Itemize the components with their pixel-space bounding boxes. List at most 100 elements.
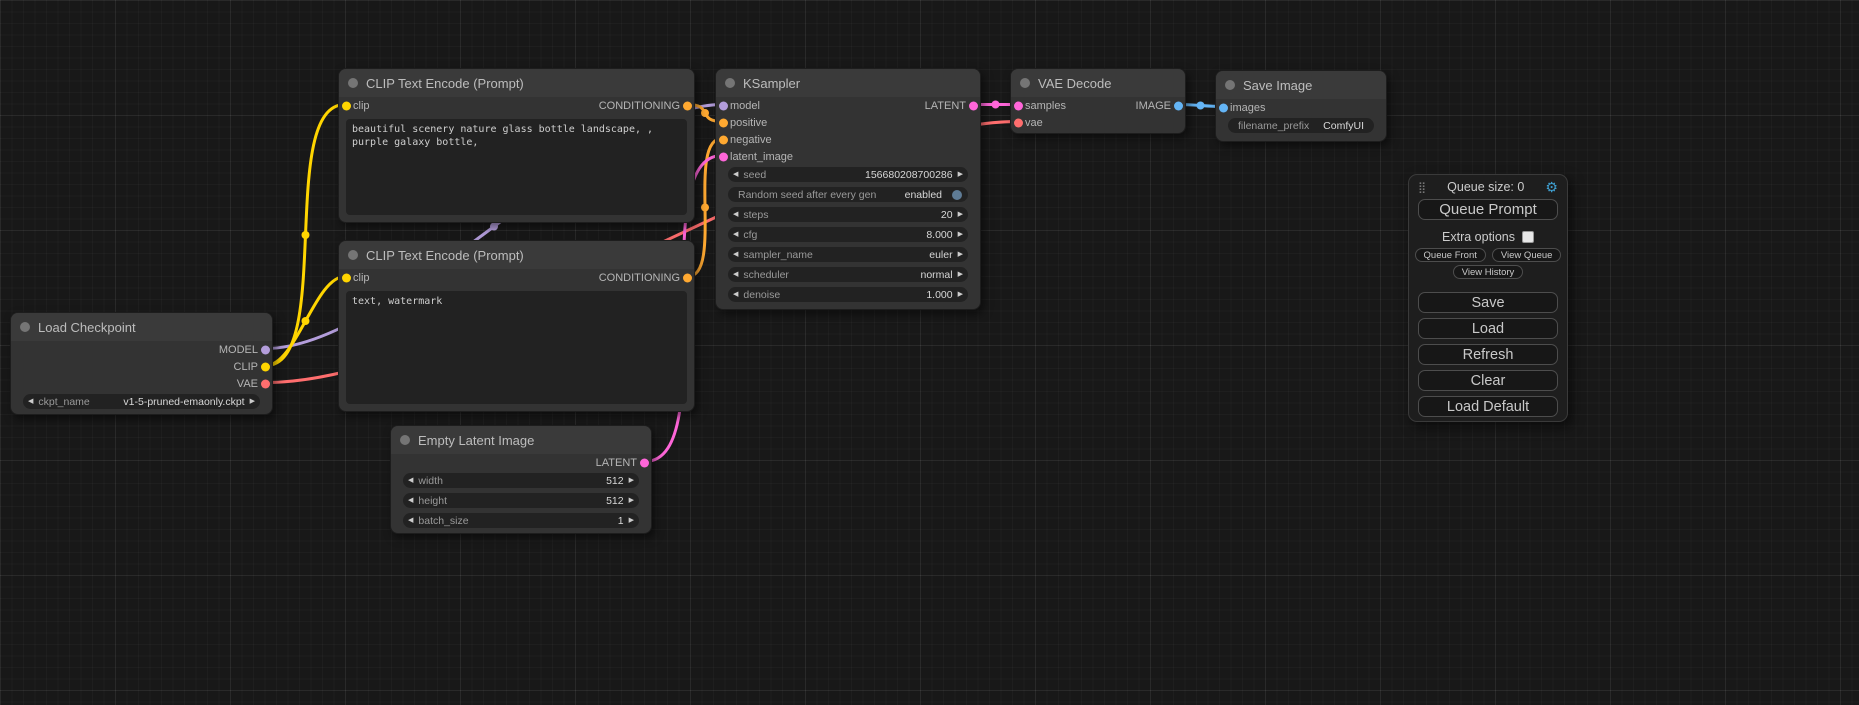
output-slot-conditioning[interactable] bbox=[683, 101, 692, 110]
decrement-arrow-icon[interactable]: ◀ bbox=[408, 497, 413, 504]
widget-height[interactable]: ◀ height 512 ▶ bbox=[403, 493, 639, 508]
output-row-vae: VAE bbox=[11, 375, 272, 392]
widget-width[interactable]: ◀ width 512 ▶ bbox=[403, 473, 639, 488]
toggle-dot-icon[interactable] bbox=[952, 190, 962, 200]
widget-ckpt-name[interactable]: ◀ ckpt_name v1-5-pruned-emaonly.ckpt ▶ bbox=[23, 394, 260, 409]
queue-prompt-button[interactable]: Queue Prompt bbox=[1418, 199, 1558, 220]
input-slot-latent-image[interactable] bbox=[719, 152, 728, 161]
slot-row-negative: negative bbox=[716, 131, 980, 148]
node-title: VAE Decode bbox=[1038, 76, 1111, 91]
output-slot-clip[interactable] bbox=[261, 362, 270, 371]
input-slot-samples[interactable] bbox=[1014, 101, 1023, 110]
widget-filename-prefix[interactable]: filename_prefix ComfyUI bbox=[1228, 118, 1374, 133]
clear-button[interactable]: Clear bbox=[1418, 370, 1558, 391]
increment-arrow-icon[interactable]: ▶ bbox=[629, 497, 634, 504]
view-history-button[interactable]: View History bbox=[1453, 265, 1524, 279]
collapse-dot-icon[interactable] bbox=[348, 78, 358, 88]
increment-arrow-icon[interactable]: ▶ bbox=[958, 291, 963, 298]
widget-seed[interactable]: ◀ seed 156680208700286 ▶ bbox=[728, 167, 968, 182]
node-header[interactable]: KSampler bbox=[716, 69, 980, 97]
decrement-arrow-icon[interactable]: ◀ bbox=[733, 251, 738, 258]
node-header[interactable]: VAE Decode bbox=[1011, 69, 1185, 97]
load-button[interactable]: Load bbox=[1418, 318, 1558, 339]
input-slot-images[interactable] bbox=[1219, 103, 1228, 112]
decrement-arrow-icon[interactable]: ◀ bbox=[733, 211, 738, 218]
output-slot-latent[interactable] bbox=[969, 101, 978, 110]
decrement-arrow-icon[interactable]: ◀ bbox=[408, 517, 413, 524]
input-label: model bbox=[730, 100, 760, 112]
node-header[interactable]: CLIP Text Encode (Prompt) bbox=[339, 69, 694, 97]
widget-label: denoise bbox=[743, 289, 780, 301]
increment-arrow-icon[interactable]: ▶ bbox=[958, 171, 963, 178]
view-queue-button[interactable]: View Queue bbox=[1492, 248, 1562, 262]
output-label: CLIP bbox=[234, 361, 258, 373]
collapse-dot-icon[interactable] bbox=[725, 78, 735, 88]
extra-options-checkbox[interactable] bbox=[1522, 231, 1534, 243]
decrement-arrow-icon[interactable]: ◀ bbox=[733, 291, 738, 298]
collapse-dot-icon[interactable] bbox=[348, 250, 358, 260]
node-vae-decode[interactable]: VAE Decode samples IMAGE vae bbox=[1010, 68, 1186, 134]
widget-random-seed-toggle[interactable]: Random seed after every gen enabled bbox=[728, 187, 968, 202]
input-slot-vae[interactable] bbox=[1014, 118, 1023, 127]
output-slot-vae[interactable] bbox=[261, 379, 270, 388]
node-header[interactable]: Empty Latent Image bbox=[391, 426, 651, 454]
node-empty-latent-image[interactable]: Empty Latent Image LATENT ◀ width 512 ▶ … bbox=[390, 425, 652, 534]
gear-icon[interactable]: ⚙ bbox=[1545, 180, 1558, 194]
output-slot-image[interactable] bbox=[1174, 101, 1183, 110]
collapse-dot-icon[interactable] bbox=[1225, 80, 1235, 90]
queue-front-button[interactable]: Queue Front bbox=[1415, 248, 1486, 262]
collapse-dot-icon[interactable] bbox=[400, 435, 410, 445]
increment-arrow-icon[interactable]: ▶ bbox=[629, 517, 634, 524]
widget-scheduler[interactable]: ◀ scheduler normal ▶ bbox=[728, 267, 968, 282]
increment-arrow-icon[interactable]: ▶ bbox=[958, 271, 963, 278]
slot-row-positive: positive bbox=[716, 114, 980, 131]
node-clip-text-encode-negative[interactable]: CLIP Text Encode (Prompt) clip CONDITION… bbox=[338, 240, 695, 412]
increment-arrow-icon[interactable]: ▶ bbox=[958, 251, 963, 258]
slot-row-model: model LATENT bbox=[716, 97, 980, 114]
input-slot-positive[interactable] bbox=[719, 118, 728, 127]
output-label: MODEL bbox=[219, 344, 258, 356]
refresh-button[interactable]: Refresh bbox=[1418, 344, 1558, 365]
increment-arrow-icon[interactable]: ▶ bbox=[250, 398, 255, 405]
slot-row: clip CONDITIONING bbox=[339, 269, 694, 286]
output-slot-latent[interactable] bbox=[640, 458, 649, 467]
node-save-image[interactable]: Save Image images filename_prefix ComfyU… bbox=[1215, 70, 1387, 142]
input-slot-negative[interactable] bbox=[719, 135, 728, 144]
collapse-dot-icon[interactable] bbox=[1020, 78, 1030, 88]
collapse-dot-icon[interactable] bbox=[20, 322, 30, 332]
prompt-text-input[interactable]: beautiful scenery nature glass bottle la… bbox=[346, 119, 687, 215]
input-label: images bbox=[1230, 102, 1265, 114]
decrement-arrow-icon[interactable]: ◀ bbox=[733, 231, 738, 238]
node-ksampler[interactable]: KSampler model LATENT positive negative … bbox=[715, 68, 981, 310]
prompt-text-input[interactable]: text, watermark bbox=[346, 291, 687, 404]
widget-label: filename_prefix bbox=[1238, 120, 1309, 132]
widget-steps[interactable]: ◀ steps 20 ▶ bbox=[728, 207, 968, 222]
widget-sampler-name[interactable]: ◀ sampler_name euler ▶ bbox=[728, 247, 968, 262]
output-slot-model[interactable] bbox=[261, 345, 270, 354]
node-header[interactable]: Load Checkpoint bbox=[11, 313, 272, 341]
increment-arrow-icon[interactable]: ▶ bbox=[629, 477, 634, 484]
decrement-arrow-icon[interactable]: ◀ bbox=[408, 477, 413, 484]
save-button[interactable]: Save bbox=[1418, 292, 1558, 313]
input-slot-clip[interactable] bbox=[342, 273, 351, 282]
load-default-button[interactable]: Load Default bbox=[1418, 396, 1558, 417]
widget-cfg[interactable]: ◀ cfg 8.000 ▶ bbox=[728, 227, 968, 242]
widget-denoise[interactable]: ◀ denoise 1.000 ▶ bbox=[728, 287, 968, 302]
node-title: Save Image bbox=[1243, 78, 1312, 93]
increment-arrow-icon[interactable]: ▶ bbox=[958, 211, 963, 218]
drag-handle-icon[interactable]: ⣿ bbox=[1418, 181, 1426, 194]
node-header[interactable]: Save Image bbox=[1216, 71, 1386, 99]
input-slot-model[interactable] bbox=[719, 101, 728, 110]
widget-value: v1-5-pruned-emaonly.ckpt bbox=[123, 396, 244, 408]
increment-arrow-icon[interactable]: ▶ bbox=[958, 231, 963, 238]
node-load-checkpoint[interactable]: Load Checkpoint MODEL CLIP VAE ◀ ckpt_na… bbox=[10, 312, 273, 415]
node-header[interactable]: CLIP Text Encode (Prompt) bbox=[339, 241, 694, 269]
widget-value: enabled bbox=[905, 189, 942, 201]
decrement-arrow-icon[interactable]: ◀ bbox=[28, 398, 33, 405]
node-clip-text-encode-positive[interactable]: CLIP Text Encode (Prompt) clip CONDITION… bbox=[338, 68, 695, 223]
decrement-arrow-icon[interactable]: ◀ bbox=[733, 171, 738, 178]
decrement-arrow-icon[interactable]: ◀ bbox=[733, 271, 738, 278]
input-slot-clip[interactable] bbox=[342, 101, 351, 110]
widget-batch-size[interactable]: ◀ batch_size 1 ▶ bbox=[403, 513, 639, 528]
output-slot-conditioning[interactable] bbox=[683, 273, 692, 282]
